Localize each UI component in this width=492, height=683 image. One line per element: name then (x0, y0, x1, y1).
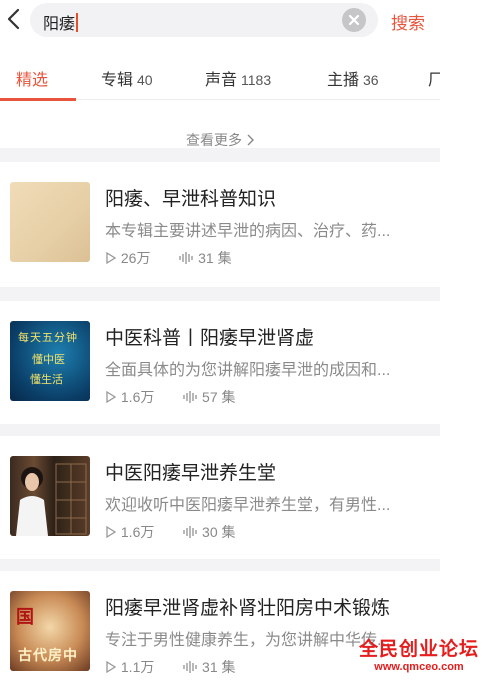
back-arrow-icon[interactable] (4, 6, 24, 32)
album-stats: 1.6万 30 集 (105, 522, 236, 542)
watermark-url: www.qmceo.com (374, 661, 464, 673)
site-watermark: 全民创业论坛 www.qmceo.com (354, 634, 484, 673)
tab-featured[interactable]: 精选 (16, 66, 48, 90)
album-cover-text: 懂生活 (30, 373, 63, 386)
play-icon (106, 251, 117, 265)
album-cover-text: 每天五分钟 (18, 331, 78, 344)
person-portrait-icon (16, 463, 87, 536)
album-cover: 国 古代房中 (10, 591, 90, 671)
search-input[interactable]: 阳痿 (30, 3, 378, 37)
album-description: 欢迎收听中医阳痿早泄养生堂，有男性... (105, 497, 391, 514)
audio-wave-icon (179, 252, 193, 264)
play-count: 26万 (120, 250, 151, 266)
album-cover (10, 182, 90, 262)
episode-count: 30 集 (202, 524, 236, 540)
album-item[interactable]: 中医阳痿早泄养生堂 欢迎收听中医阳痿早泄养生堂，有男性... 1.6万 30 集 (0, 436, 440, 561)
watermark-name: 全民创业论坛 (358, 639, 479, 660)
album-item[interactable]: 每天五分钟 懂中医 懂生活 中医科普丨阳痿早泄肾虚 全面具体的为您讲解阳痿早泄的… (0, 301, 440, 426)
tab-partial[interactable]: 厂 (428, 66, 440, 90)
audio-wave-icon (183, 661, 197, 673)
see-more-link[interactable]: 查看更多 (0, 100, 440, 148)
episode-count: 31 集 (198, 250, 232, 266)
play-count: 1.6万 (120, 389, 155, 405)
episode-count: 31 集 (202, 659, 236, 675)
album-stats: 1.6万 57 集 (105, 387, 236, 407)
audio-wave-icon (183, 391, 197, 403)
album-cover-text: 古代房中 (18, 648, 78, 664)
tab-albums[interactable]: 专辑 40 (101, 66, 153, 90)
clear-icon[interactable] (342, 8, 366, 32)
result-tabs: 精选 专辑 40 声音 1183 主播 36 厂 (0, 56, 440, 101)
search-bar: 阳痿 搜索 (0, 0, 440, 40)
tab-anchors[interactable]: 主播 36 (327, 66, 379, 90)
chevron-right-icon (247, 134, 254, 146)
play-count: 1.6万 (120, 524, 155, 540)
album-cover (10, 456, 90, 536)
play-icon (106, 390, 117, 404)
album-cover: 每天五分钟 懂中医 懂生活 (10, 321, 90, 401)
section-divider (0, 287, 440, 301)
album-title: 阳痿早泄肾虚补肾壮阳房中术锻炼 (105, 598, 391, 619)
album-stats: 1.1万 31 集 (105, 657, 236, 677)
album-title: 中医科普丨阳痿早泄肾虚 (105, 328, 315, 349)
play-icon (106, 660, 117, 674)
album-item[interactable]: 阳痿、早泄科普知识 本专辑主要讲述早泄的病因、治疗、药... 26万 31 集 (0, 162, 440, 287)
play-icon (106, 525, 117, 539)
play-count: 1.1万 (120, 659, 155, 675)
episode-count: 57 集 (202, 389, 236, 405)
album-title: 阳痿、早泄科普知识 (105, 189, 277, 210)
album-cover-text: 国 (16, 607, 34, 628)
app-screen: 阳痿 搜索 精选 专辑 40 声音 1183 主播 36 厂 查看更多 阳痿、早泄科普 (0, 0, 440, 683)
right-margin (440, 0, 492, 683)
text-caret (76, 13, 79, 32)
album-stats: 26万 31 集 (105, 248, 232, 268)
section-divider (0, 148, 440, 162)
tab-sounds[interactable]: 声音 1183 (205, 66, 271, 90)
album-description: 本专辑主要讲述早泄的病因、治疗、药... (105, 223, 391, 240)
album-title: 中医阳痿早泄养生堂 (105, 463, 277, 484)
search-button[interactable]: 搜索 (391, 9, 425, 34)
album-description: 全面具体的为您讲解阳痿早泄的成因和... (105, 362, 391, 379)
album-cover-text: 懂中医 (32, 353, 65, 366)
audio-wave-icon (183, 526, 197, 538)
search-query-text: 阳痿 (43, 10, 79, 34)
